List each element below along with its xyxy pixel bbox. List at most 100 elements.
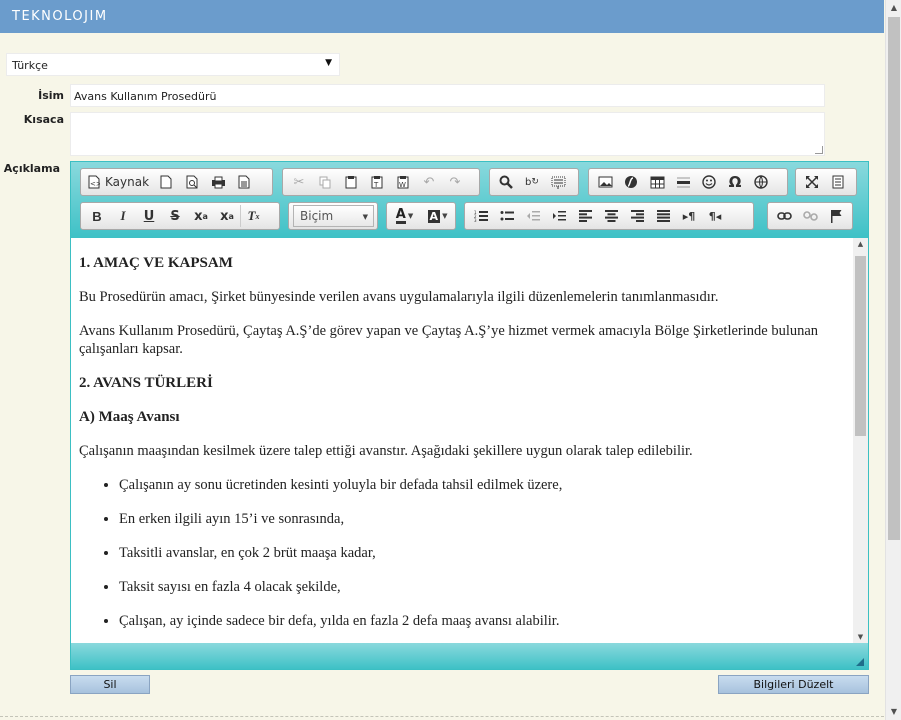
- remove-format-icon[interactable]: Tx: [240, 205, 266, 227]
- smiley-icon[interactable]: [696, 171, 722, 193]
- content-paragraph: Çalışanın maaşından kesilmek üzere talep…: [79, 443, 693, 459]
- flash-icon[interactable]: [618, 171, 644, 193]
- toolbar-group-format: Biçim ▼: [288, 202, 378, 230]
- page-scroll-thumb[interactable]: [888, 17, 900, 540]
- list-item: Taksit sayısı en fazla 4 olacak şekilde,: [119, 578, 845, 596]
- anchor-icon[interactable]: [823, 205, 849, 227]
- undo-icon[interactable]: ↶: [416, 171, 442, 193]
- format-combo[interactable]: Biçim ▼: [293, 205, 374, 227]
- name-input[interactable]: Avans Kullanım Prosedürü: [70, 84, 825, 107]
- paste-text-icon[interactable]: T: [364, 171, 390, 193]
- text-color-icon[interactable]: A ▼: [388, 205, 421, 227]
- align-center-icon[interactable]: [598, 205, 624, 227]
- svg-text:T: T: [373, 181, 379, 189]
- svg-text:<>: <>: [90, 180, 100, 188]
- editor-toolbar: <> Kaynak ✂ T W ↶ ↷ b ↻ Ω B I U S x a x …: [71, 162, 868, 238]
- new-page-icon[interactable]: [153, 171, 179, 193]
- content-heading-types: 2. AVANS TÜRLERİ: [79, 375, 213, 391]
- toolbar-group-basic-styles: B I U S xa xa Tx: [80, 202, 280, 230]
- textarea-resize-handle[interactable]: [815, 146, 823, 154]
- replace-icon[interactable]: b ↻: [519, 171, 545, 193]
- summary-textarea[interactable]: [70, 112, 825, 156]
- language-selected-value: Türkçe: [12, 59, 48, 72]
- rtl-icon[interactable]: ¶◂: [702, 205, 728, 227]
- cut-icon[interactable]: ✂: [286, 171, 312, 193]
- image-icon[interactable]: [592, 171, 618, 193]
- superscript-icon[interactable]: xa: [214, 205, 240, 227]
- iframe-icon[interactable]: [748, 171, 774, 193]
- source-button[interactable]: <> Kaynak: [84, 171, 153, 193]
- numbered-list-icon[interactable]: 123: [468, 205, 494, 227]
- preview-icon[interactable]: [179, 171, 205, 193]
- format-combo-label: Biçim: [300, 209, 334, 223]
- toolbar-group-tools: [795, 168, 857, 196]
- maximize-icon[interactable]: [799, 171, 825, 193]
- source-icon: <>: [88, 175, 100, 189]
- paste-icon[interactable]: [338, 171, 364, 193]
- copy-icon[interactable]: [312, 171, 338, 193]
- scroll-down-icon[interactable]: ▼: [853, 633, 868, 641]
- content-paragraph: Avans Kullanım Prosedürü, Çaytaş A.Ş’de …: [79, 323, 819, 357]
- unlink-icon[interactable]: [797, 205, 823, 227]
- app-header: TEKNOLOJIM: [0, 0, 884, 33]
- find-icon[interactable]: [493, 171, 519, 193]
- justify-icon[interactable]: [650, 205, 676, 227]
- content-heading-scope: 1. AMAÇ VE KAPSAM: [79, 255, 233, 271]
- align-left-icon[interactable]: [572, 205, 598, 227]
- list-item: Çalışanın ay sonu ücretinden kesinti yol…: [119, 476, 845, 494]
- outdent-icon[interactable]: [520, 205, 546, 227]
- description-label: Açıklama: [3, 162, 60, 175]
- italic-icon[interactable]: I: [110, 205, 136, 227]
- strike-icon[interactable]: S: [162, 205, 188, 227]
- templates-icon[interactable]: [231, 171, 257, 193]
- scroll-up-icon[interactable]: ▲: [853, 240, 868, 248]
- svg-text:3: 3: [474, 218, 477, 222]
- toolbar-group-document: <> Kaynak: [80, 168, 273, 196]
- update-info-button[interactable]: Bilgileri Düzelt: [718, 675, 869, 694]
- special-char-icon[interactable]: Ω: [722, 171, 748, 193]
- toolbar-group-colors: A ▼ A ▼: [386, 202, 456, 230]
- source-label: Kaynak: [105, 175, 150, 189]
- link-icon[interactable]: [771, 205, 797, 227]
- summary-label: Kısaca: [23, 113, 64, 126]
- horizontal-line-icon[interactable]: [670, 171, 696, 193]
- underline-icon[interactable]: U: [136, 205, 162, 227]
- select-all-icon[interactable]: [545, 171, 571, 193]
- ltr-icon[interactable]: ▸¶: [676, 205, 702, 227]
- language-select[interactable]: Türkçe ▼: [6, 53, 340, 76]
- content-bullet-list: Çalışanın ay sonu ücretinden kesinti yol…: [119, 476, 845, 630]
- bulleted-list-icon[interactable]: [494, 205, 520, 227]
- editor-content-area[interactable]: 1. AMAÇ VE KAPSAM Bu Prosedürün amacı, Ş…: [71, 238, 853, 643]
- indent-icon[interactable]: [546, 205, 572, 227]
- app-logo: TEKNOLOJIM: [12, 9, 108, 24]
- editor-scroll-thumb[interactable]: [855, 256, 866, 436]
- scroll-down-icon[interactable]: ▼: [886, 704, 901, 720]
- subscript-icon[interactable]: xa: [188, 205, 214, 227]
- bold-icon[interactable]: B: [84, 205, 110, 227]
- list-item: En erken ilgili ayın 15’i ve sonrasında,: [119, 510, 845, 528]
- toolbar-group-links: [767, 202, 853, 230]
- page-scrollbar[interactable]: ▲ ▼: [885, 0, 901, 720]
- content-paragraph: Bu Prosedürün amacı, Şirket bünyesinde v…: [79, 289, 719, 305]
- toolbar-group-paragraph: 123 ▸¶ ¶◂: [464, 202, 754, 230]
- list-item: Taksitli avanslar, en çok 2 brüt maaşa k…: [119, 544, 845, 562]
- table-icon[interactable]: [644, 171, 670, 193]
- editor-resize-icon[interactable]: [856, 658, 864, 666]
- delete-button[interactable]: Sil: [70, 675, 150, 694]
- align-right-icon[interactable]: [624, 205, 650, 227]
- rich-text-editor: <> Kaynak ✂ T W ↶ ↷ b ↻ Ω B I U S x a x …: [70, 161, 869, 670]
- redo-icon[interactable]: ↷: [442, 171, 468, 193]
- name-label: İsim: [38, 89, 64, 102]
- toolbar-group-editing: b ↻: [489, 168, 579, 196]
- show-blocks-icon[interactable]: [825, 171, 851, 193]
- chevron-down-icon: ▼: [362, 213, 368, 221]
- footer-divider: [0, 716, 884, 717]
- bg-color-icon[interactable]: A ▼: [421, 205, 454, 227]
- scroll-up-icon[interactable]: ▲: [886, 0, 901, 16]
- paste-word-icon[interactable]: W: [390, 171, 416, 193]
- editor-footer-bar: [71, 643, 868, 669]
- toolbar-group-insert: Ω: [588, 168, 788, 196]
- editor-scrollbar[interactable]: ▲ ▼: [853, 238, 868, 643]
- chevron-down-icon: ▼: [325, 58, 332, 68]
- print-icon[interactable]: [205, 171, 231, 193]
